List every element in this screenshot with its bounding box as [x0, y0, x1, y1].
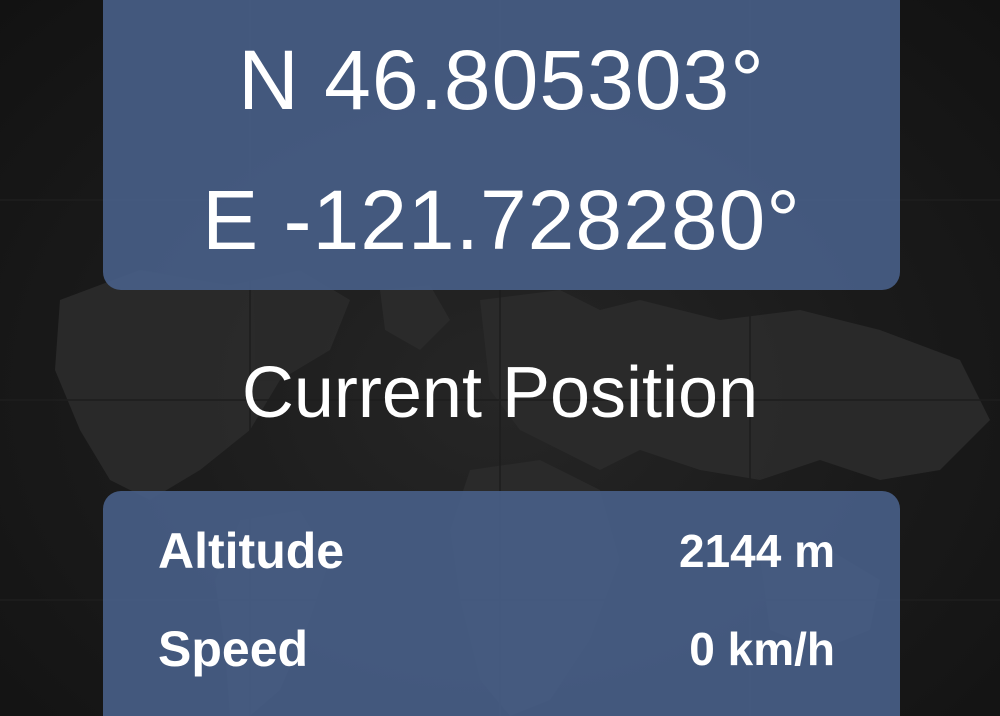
coordinates-card: N 46.805303° E -121.728280°: [103, 0, 900, 290]
latitude-value: N 46.805303°: [238, 33, 765, 127]
longitude-value: E -121.728280°: [202, 173, 801, 267]
altitude-label: Altitude: [158, 523, 345, 579]
speed-value: 0 km/h: [689, 623, 835, 675]
speed-label: Speed: [158, 621, 309, 677]
app-screen: N 46.805303° E -121.728280° Current Posi…: [0, 0, 1000, 716]
speed-row: Speed 0 km/h: [158, 619, 835, 679]
altitude-value: 2144 m: [678, 525, 835, 577]
current-position-title: Current Position: [241, 353, 759, 433]
altitude-row: Altitude 2144 m: [158, 521, 835, 581]
stats-card: Altitude 2144 m Speed 0 km/h: [103, 491, 900, 716]
